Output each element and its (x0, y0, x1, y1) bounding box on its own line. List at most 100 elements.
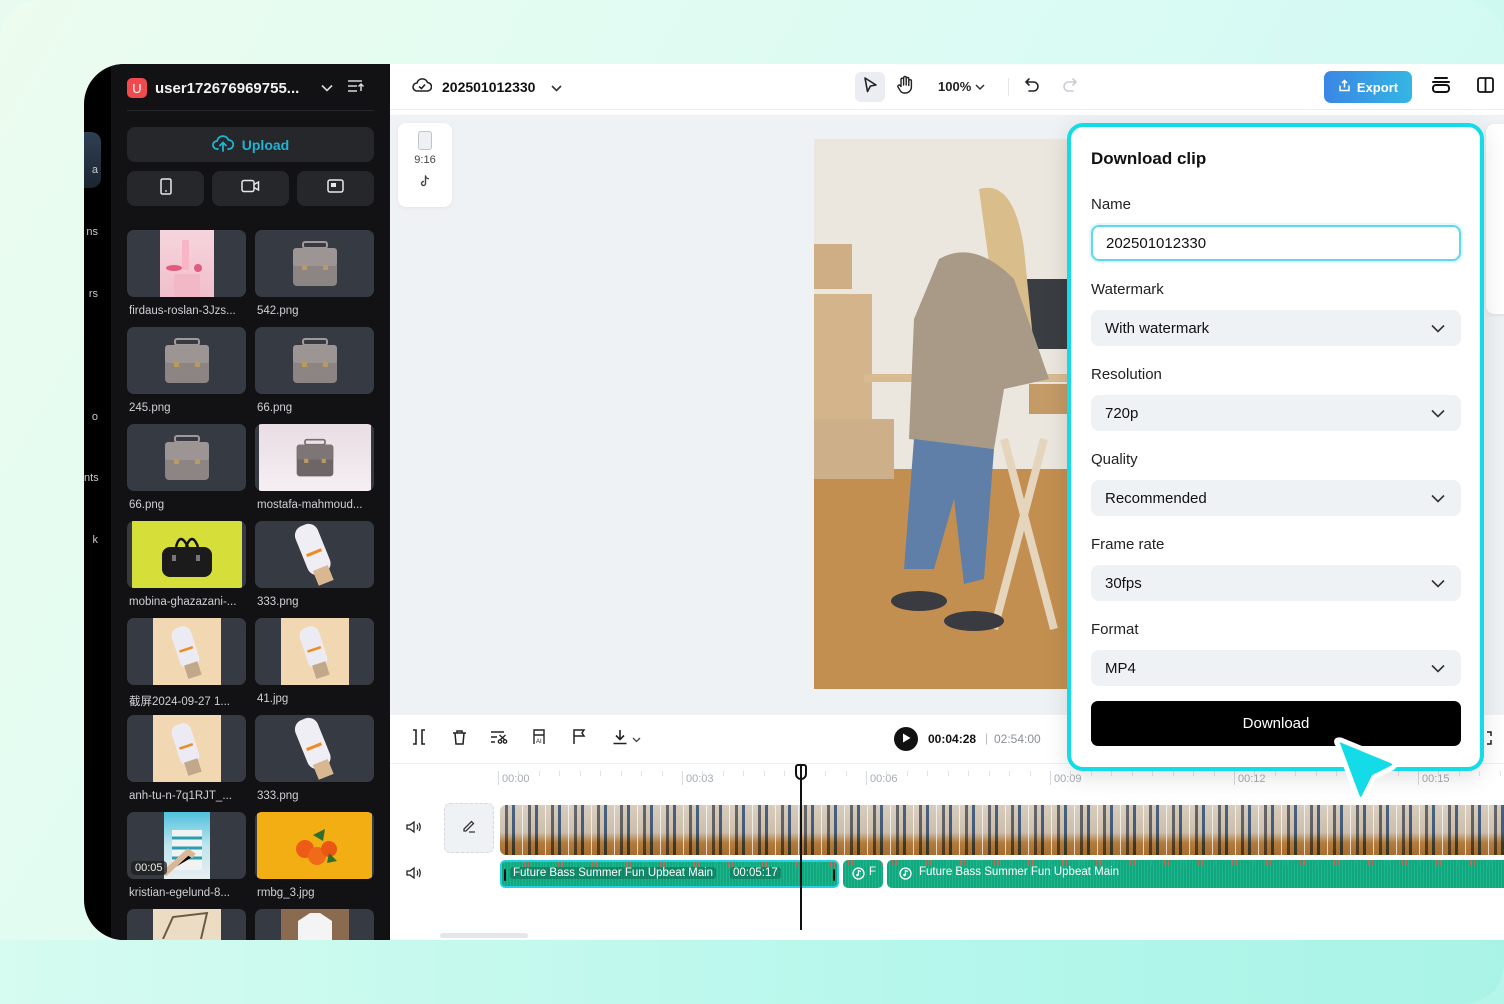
playhead[interactable] (800, 766, 802, 930)
chevron-down-icon (1431, 320, 1445, 337)
media-thumbnail[interactable] (255, 715, 374, 782)
media-item[interactable]: 41.jpg (255, 618, 374, 705)
upload-from-phone-button[interactable] (127, 171, 204, 206)
zoom-dropdown[interactable]: 100% (938, 79, 985, 94)
format-select[interactable]: MP4 (1091, 650, 1461, 686)
project-name: 202501012330 (442, 78, 536, 95)
divider (127, 110, 374, 111)
ruler-label: 00:00 (502, 773, 530, 785)
media-item[interactable]: 333.png (255, 521, 374, 608)
record-camera-button[interactable] (212, 171, 289, 206)
marker-button[interactable] (568, 728, 590, 750)
video-track-volume-icon[interactable] (406, 820, 422, 839)
aspect-ratio-label: 9:16 (414, 154, 436, 166)
framerate-select[interactable]: 30fps (1091, 565, 1461, 601)
video-clip[interactable] (500, 805, 1504, 855)
media-thumbnail[interactable] (127, 618, 246, 685)
audio-clip[interactable]: Future Bass Summer Fun Upbeat Main 00:05… (500, 860, 839, 888)
undo-button[interactable] (1017, 72, 1047, 102)
resolution-select[interactable]: 720p (1091, 395, 1461, 431)
media-item[interactable]: 截屏2024-09-27 1... (127, 618, 246, 709)
chevron-down-icon (975, 79, 985, 94)
cut-button[interactable] (488, 728, 510, 750)
queue-button[interactable] (1426, 72, 1456, 102)
media-item[interactable]: firdaus-roslan-3Jzs... (127, 230, 246, 317)
record-screen-button[interactable] (297, 171, 374, 206)
media-name: 333.png (257, 790, 299, 802)
media-thumbnail[interactable] (127, 230, 246, 297)
total-time: 02:54:00 (994, 732, 1041, 746)
media-item[interactable]: mobina-ghazazani-... (127, 521, 246, 608)
download-button[interactable]: Download (1091, 701, 1461, 746)
media-item[interactable] (255, 909, 374, 940)
media-item[interactable]: rmbg_3.jpg (255, 812, 374, 899)
select-tool-button[interactable] (855, 72, 885, 102)
watermark-select[interactable]: With watermark (1091, 310, 1461, 346)
media-thumbnail[interactable] (255, 327, 374, 394)
export-button[interactable]: Export (1324, 71, 1412, 103)
media-thumbnail[interactable] (127, 424, 246, 491)
timeline-scrollbar[interactable] (440, 933, 528, 938)
media-thumbnail[interactable] (127, 327, 246, 394)
project-title[interactable]: 202501012330 (412, 76, 563, 97)
rail-item-active[interactable] (84, 132, 101, 188)
media-item[interactable]: 542.png (255, 230, 374, 317)
media-thumbnail[interactable] (255, 424, 374, 491)
redo-button[interactable] (1055, 72, 1085, 102)
media-thumbnail[interactable] (255, 618, 374, 685)
media-item[interactable]: 66.png (255, 327, 374, 414)
sort-icon[interactable] (347, 79, 365, 98)
audio-clip[interactable]: F (843, 860, 883, 888)
split-button[interactable] (408, 728, 430, 750)
media-item[interactable]: 66.png (127, 424, 246, 511)
quality-select[interactable]: Recommended (1091, 480, 1461, 516)
media-item[interactable]: 00:05 kristian-egelund-8... (127, 812, 246, 899)
ruler-minor-tick (906, 771, 908, 776)
media-thumbnail[interactable] (127, 715, 246, 782)
ruler-tick (1050, 771, 1051, 785)
play-icon (902, 730, 911, 748)
chevron-down-icon[interactable] (551, 79, 563, 95)
media-thumbnail[interactable] (127, 909, 246, 940)
play-button[interactable] (894, 727, 918, 751)
media-thumbnail[interactable] (255, 230, 374, 297)
dialog-title: Download clip (1091, 149, 1207, 168)
audio-track-volume-icon[interactable] (406, 866, 422, 885)
username[interactable]: user172676969755... (155, 80, 311, 97)
layout-toggle-button[interactable] (1470, 72, 1500, 102)
media-thumbnail[interactable] (255, 909, 374, 940)
download-clip-dialog: Download clip Name Watermark With waterm… (1067, 123, 1484, 771)
media-item[interactable]: 333.png (255, 715, 374, 802)
avatar[interactable]: U (127, 78, 147, 98)
upload-button[interactable]: Upload (127, 127, 374, 162)
download-menu-button[interactable] (608, 728, 644, 750)
stack-icon (1431, 76, 1451, 99)
trim-handle-left[interactable] (504, 869, 506, 881)
edit-cover-button[interactable] (444, 803, 494, 853)
media-name: mobina-ghazazani-... (129, 596, 237, 608)
trim-handle-right[interactable] (833, 869, 835, 881)
media-thumbnail[interactable] (255, 521, 374, 588)
aspect-ratio-selector[interactable]: 9:16 (398, 123, 452, 207)
hand-icon (896, 75, 914, 100)
media-item[interactable]: anh-tu-n-7q1RJT_... (127, 715, 246, 802)
name-input[interactable] (1091, 225, 1461, 261)
video-preview[interactable] (814, 139, 1084, 689)
scissors-list-icon (490, 730, 508, 749)
ruler-minor-tick (1193, 771, 1195, 776)
hand-tool-button[interactable] (890, 72, 920, 102)
audio-clip[interactable]: Future Bass Summer Fun Upbeat Main (887, 860, 1504, 888)
media-thumbnail[interactable]: 00:05 (127, 812, 246, 879)
resolution-value: 720p (1105, 404, 1139, 422)
ai-caption-button[interactable]: AI (528, 728, 550, 750)
chevron-down-icon[interactable] (321, 81, 333, 95)
flag-icon (572, 728, 586, 750)
delete-button[interactable] (448, 728, 470, 750)
media-item[interactable]: mostafa-mahmoud... (255, 424, 374, 511)
ruler-minor-tick (947, 771, 949, 776)
media-thumbnail[interactable] (127, 521, 246, 588)
media-item[interactable] (127, 909, 246, 940)
media-item[interactable]: 245.png (127, 327, 246, 414)
right-properties-strip[interactable] (1486, 124, 1504, 314)
media-thumbnail[interactable] (255, 812, 374, 879)
